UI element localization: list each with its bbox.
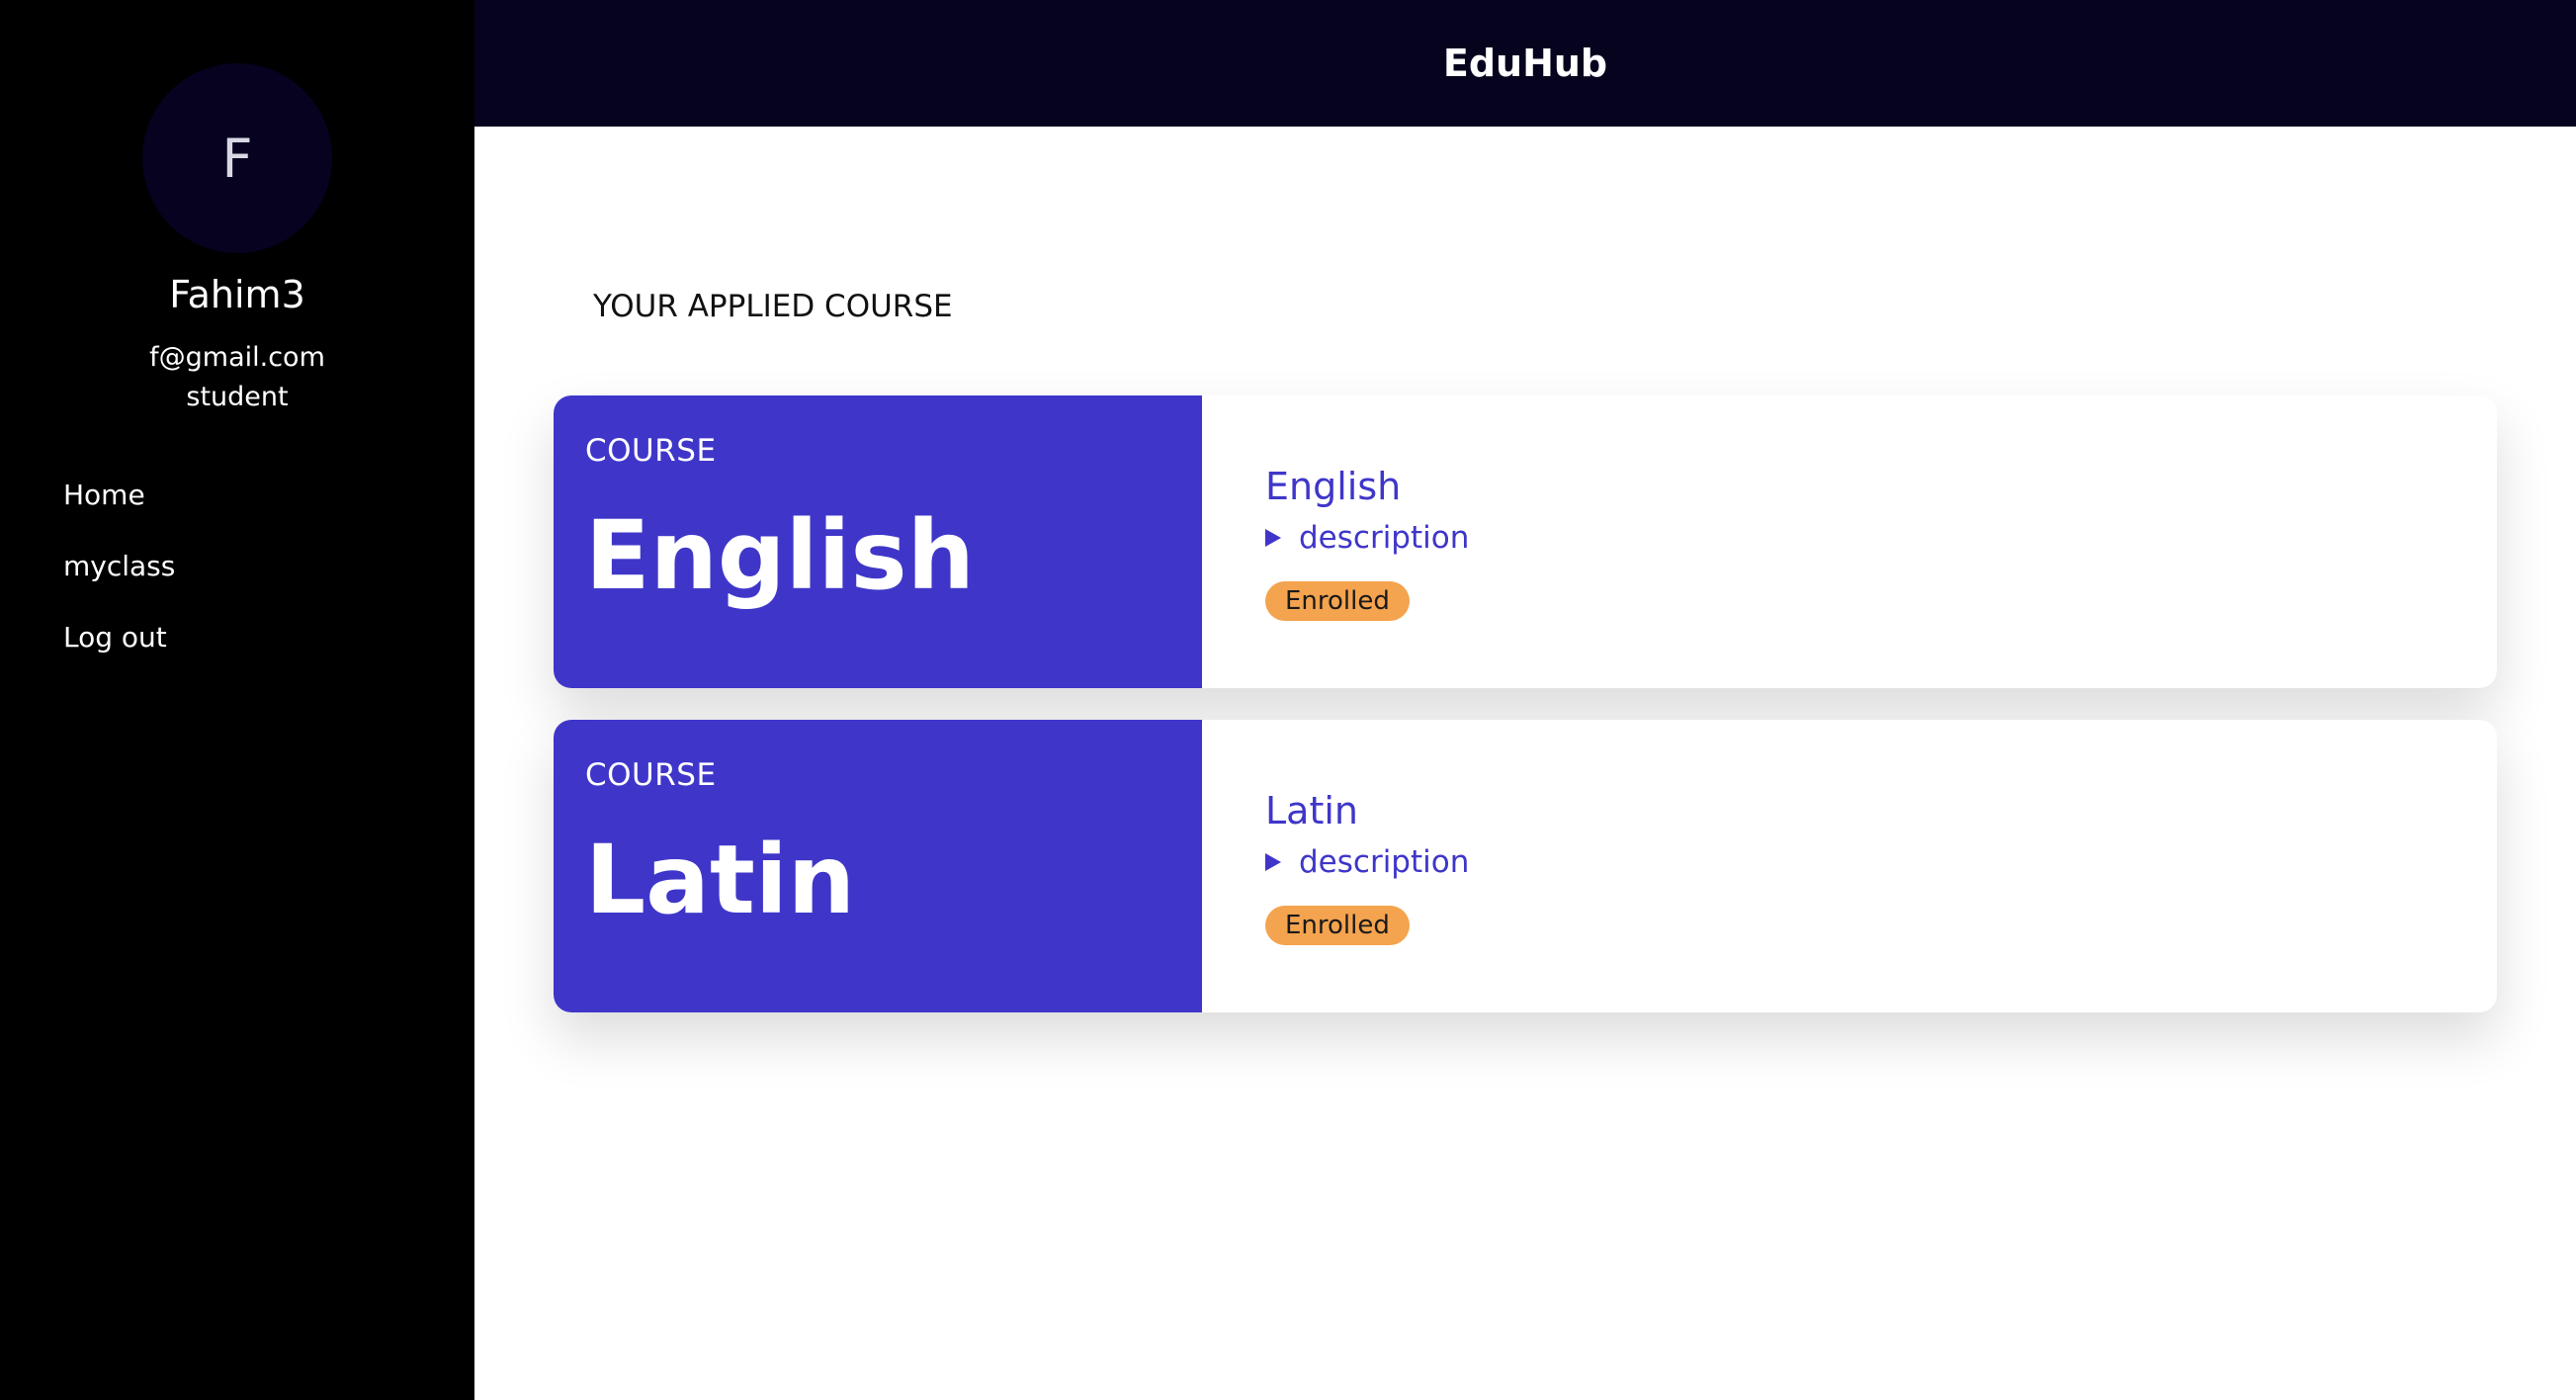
top-bar: EduHub [474,0,2576,127]
disclosure-triangle-icon [1265,853,1281,871]
user-name: Fahim3 [169,273,305,316]
course-banner-label: COURSE [585,757,717,793]
avatar-initial: F [221,127,253,190]
course-name: English [1265,465,1402,508]
section-title: YOUR APPLIED COURSE [593,289,953,324]
avatar: F [142,63,332,253]
course-banner-title: Latin [585,825,856,935]
user-email: f@gmail.com [149,342,325,373]
sidebar-item-home[interactable]: Home [63,479,145,511]
course-card: COURSE English English description Enrol… [554,395,2497,688]
sidebar: F Fahim3 f@gmail.com student Home myclas… [0,0,474,1400]
course-banner: COURSE English [554,395,1202,688]
user-role: student [186,382,289,412]
app-title: EduHub [1442,42,1608,85]
status-badge: Enrolled [1265,581,1410,621]
course-description-toggle[interactable]: description [1265,520,1469,556]
sidebar-item-logout[interactable]: Log out [63,621,167,654]
course-card: COURSE Latin Latin description Enrolled [554,720,2497,1012]
disclosure-triangle-icon [1265,529,1281,547]
status-badge: Enrolled [1265,906,1410,945]
course-banner-label: COURSE [585,433,717,469]
course-description-toggle[interactable]: description [1265,844,1469,880]
course-description-label: description [1299,520,1470,556]
course-name: Latin [1265,789,1358,832]
course-banner: COURSE Latin [554,720,1202,1012]
course-banner-title: English [585,500,975,611]
course-description-label: description [1299,844,1470,880]
sidebar-item-myclass[interactable]: myclass [63,550,175,582]
